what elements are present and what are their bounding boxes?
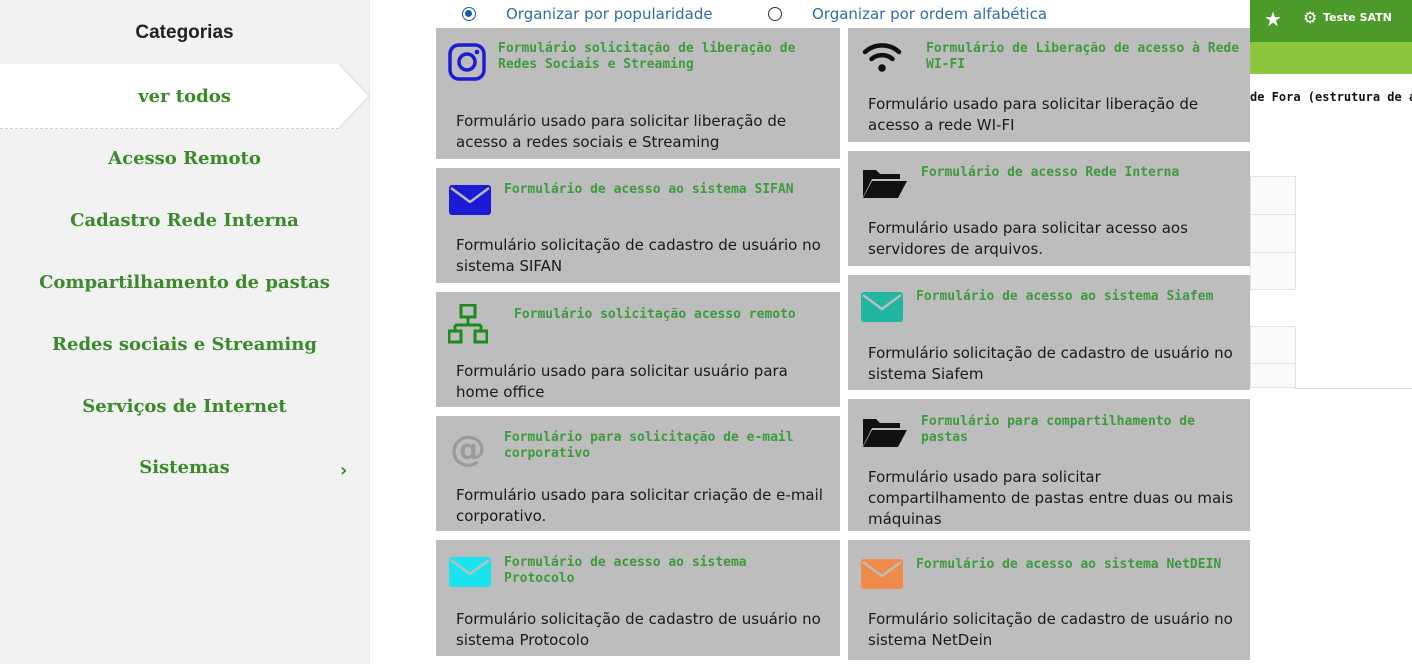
card-title[interactable]: Formulário de acesso ao sistema SIFAN [504, 182, 824, 198]
divider [1294, 388, 1412, 389]
form-card[interactable]: Formulário para compartilhamento de past… [848, 399, 1250, 531]
card-description: Formulário usado para solicitar criação … [456, 486, 823, 525]
card-title[interactable]: Formulário solicitação acesso remoto [514, 307, 829, 323]
gear-icon[interactable]: ⚙ [1303, 9, 1317, 27]
card-title[interactable]: Formulário de Liberação de acesso à Rede… [926, 41, 1241, 73]
form-card[interactable]: Formulário de acesso ao sistema SIFAN Fo… [436, 168, 840, 283]
card-title[interactable]: Formulário de acesso Rede Interna [921, 165, 1241, 181]
envelope-icon [861, 292, 903, 322]
background-panel [1250, 176, 1296, 290]
sidebar-item-compartilhamento-de-pastas[interactable]: Compartilhamento de pastas [0, 272, 369, 293]
svg-text:@: @ [450, 431, 486, 467]
card-title[interactable]: Formulário para compartilhamento de past… [921, 414, 1241, 446]
card-title[interactable]: Formulário para solicitação de e-mail co… [504, 430, 824, 462]
sidebar-item-acesso-remoto[interactable]: Acesso Remoto [0, 148, 369, 169]
form-card[interactable]: @ Formulário para solicitação de e-mail … [436, 416, 840, 531]
card-description: Formulário usado para solicitar liberaçã… [456, 112, 787, 151]
at-sign-icon: @ [450, 431, 486, 467]
card-description: Formulário usado para solicitar usuário … [456, 362, 788, 401]
card-title[interactable]: Formulário de acesso ao sistema Siafem [916, 289, 1236, 305]
form-card[interactable]: Formulário de acesso ao sistema Siafem F… [848, 275, 1250, 390]
sidebar-item-ver-todos[interactable]: ver todos [0, 86, 369, 107]
card-description: Formulário usado para solicitar liberaçã… [868, 95, 1199, 134]
sidebar-item-redes-sociais[interactable]: Redes sociais e Streaming [0, 334, 369, 355]
sort-popularity-label[interactable]: Organizar por popularidade [506, 5, 713, 23]
sidebar-title: Categorias [135, 22, 234, 43]
network-icon [448, 304, 488, 344]
sidebar-item-servicos-de-internet[interactable]: Serviços de Internet [0, 396, 369, 417]
form-card[interactable]: Formulário de acesso ao sistema Protocol… [436, 540, 840, 656]
background-breadcrumb-text: de Fora (estrutura de á [1250, 90, 1412, 104]
card-description: Formulário solicitação de cadastro de us… [868, 344, 1233, 383]
card-description: Formulário usado para solicitar comparti… [868, 468, 1234, 528]
sidebar-item-cadastro-rede-interna[interactable]: Cadastro Rede Interna [0, 210, 369, 231]
card-title[interactable]: Formulário solicitação de liberação de R… [498, 41, 828, 73]
form-card[interactable]: Formulário solicitação acesso remoto For… [436, 292, 840, 407]
envelope-icon [861, 559, 903, 589]
star-icon[interactable]: ★ [1264, 9, 1282, 29]
folder-open-icon [863, 419, 907, 447]
form-card[interactable]: Formulário de acesso Rede Interna Formul… [848, 151, 1250, 266]
form-card[interactable]: Formulário de Liberação de acesso à Rede… [848, 28, 1250, 142]
card-title[interactable]: Formulário de acesso ao sistema NetDEIN [916, 557, 1236, 573]
chevron-right-icon[interactable]: › [340, 460, 347, 481]
card-description: Formulário solicitação de cadastro de us… [868, 610, 1233, 649]
background-panel [1250, 326, 1296, 388]
user-name[interactable]: Teste SATN [1323, 11, 1392, 24]
sidebar-item-sistemas[interactable]: Sistemas [0, 457, 369, 478]
envelope-icon [449, 185, 491, 215]
instagram-icon [448, 43, 486, 81]
folder-open-icon [863, 170, 907, 198]
envelope-icon [449, 557, 491, 587]
form-card[interactable]: Formulário de acesso ao sistema NetDEIN … [848, 540, 1250, 660]
wifi-icon [862, 43, 902, 72]
sort-popularity-radio[interactable] [462, 7, 476, 21]
card-description: Formulário solicitação de cadastro de us… [456, 610, 821, 649]
sort-options: Organizar por popularidade Organizar por… [370, 0, 1250, 28]
category-sidebar: Categorias ver todos Acesso Remoto Cadas… [0, 0, 370, 664]
sort-alphabetical-label[interactable]: Organizar por ordem alfabética [812, 5, 1047, 23]
sub-header-bar [1250, 42, 1412, 74]
sort-alphabetical-radio[interactable] [768, 7, 782, 21]
form-card[interactable]: Formulário solicitação de liberação de R… [436, 28, 840, 159]
card-description: Formulário solicitação de cadastro de us… [456, 236, 821, 275]
card-description: Formulário usado para solicitar acesso a… [868, 219, 1188, 258]
card-title[interactable]: Formulário de acesso ao sistema Protocol… [504, 555, 824, 587]
